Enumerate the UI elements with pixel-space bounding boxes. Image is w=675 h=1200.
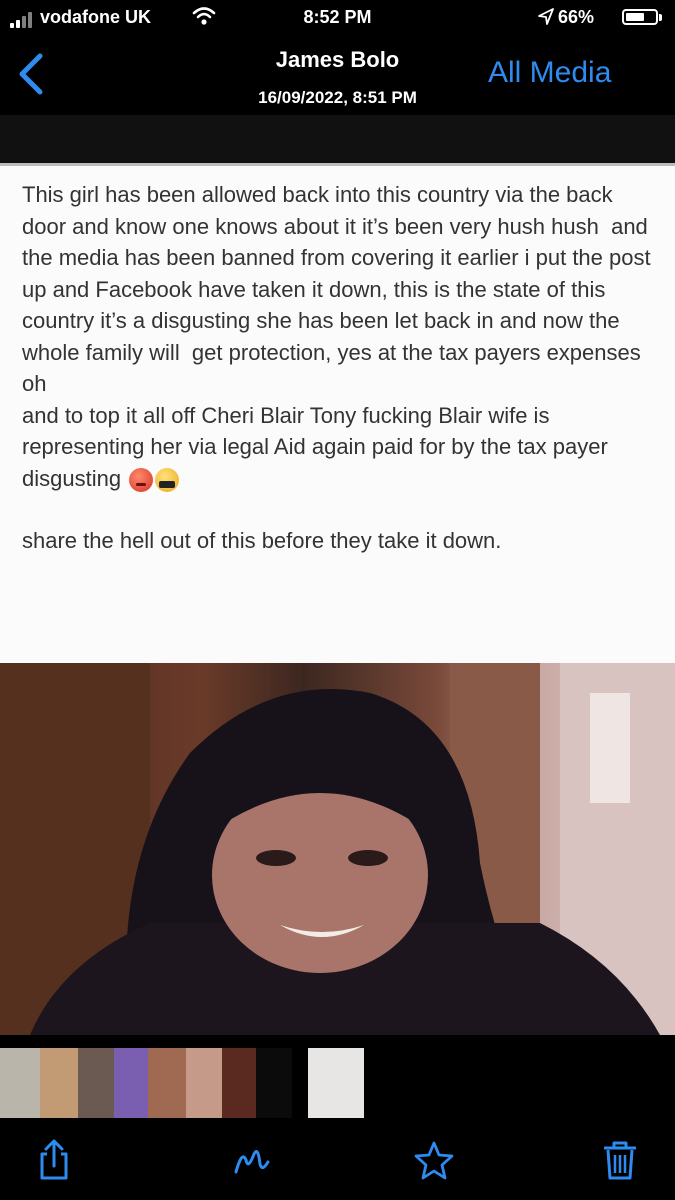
bottom-toolbar bbox=[0, 1128, 675, 1200]
media-thumbnail[interactable] bbox=[186, 1048, 222, 1118]
post-paragraph-text: and to top it all off Cheri Blair Tony f… bbox=[22, 402, 614, 491]
media-thumbnail[interactable] bbox=[222, 1048, 256, 1118]
status-bar: vodafone UK 8:52 PM 66% bbox=[0, 0, 675, 36]
share-icon bbox=[40, 1139, 68, 1180]
media-thumbnail[interactable] bbox=[0, 1048, 40, 1118]
media-thumbnail-selected[interactable] bbox=[308, 1048, 364, 1118]
media-thumbnail[interactable] bbox=[256, 1048, 292, 1118]
media-photo[interactable]: This girl has been allowed back into thi… bbox=[0, 115, 675, 1035]
post-paragraph: and to top it all off Cheri Blair Tony f… bbox=[22, 400, 653, 495]
favorite-button[interactable] bbox=[412, 1138, 456, 1182]
markup-icon bbox=[234, 1150, 270, 1174]
favorite-star-icon bbox=[414, 1141, 454, 1180]
post-paragraph: This girl has been allowed back into thi… bbox=[22, 182, 657, 365]
delete-button[interactable] bbox=[598, 1138, 642, 1182]
battery-icon bbox=[622, 9, 658, 25]
share-button[interactable] bbox=[32, 1138, 76, 1182]
media-thumbnail[interactable] bbox=[78, 1048, 114, 1118]
media-thumbnail[interactable] bbox=[148, 1048, 186, 1118]
battery-cap bbox=[659, 14, 662, 21]
embedded-photo bbox=[0, 663, 675, 1035]
battery-percent: 66% bbox=[558, 7, 595, 27]
post-paragraph: share the hell out of this before they t… bbox=[22, 528, 502, 553]
media-thumbnail[interactable] bbox=[40, 1048, 78, 1118]
all-media-button[interactable]: All Media bbox=[488, 56, 611, 90]
post-text-card: This girl has been allowed back into thi… bbox=[0, 163, 675, 711]
angry-face-icon bbox=[129, 467, 154, 492]
media-thumbnail[interactable] bbox=[114, 1048, 148, 1118]
location-arrow-icon bbox=[538, 8, 554, 31]
markup-button[interactable] bbox=[230, 1138, 274, 1182]
message-timestamp: 16/09/2022, 8:51 PM bbox=[258, 88, 417, 107]
cursing-face-icon bbox=[155, 467, 180, 492]
post-line: oh bbox=[22, 371, 47, 396]
trash-icon bbox=[604, 1141, 636, 1180]
media-thumbnail-strip[interactable] bbox=[0, 1048, 675, 1120]
